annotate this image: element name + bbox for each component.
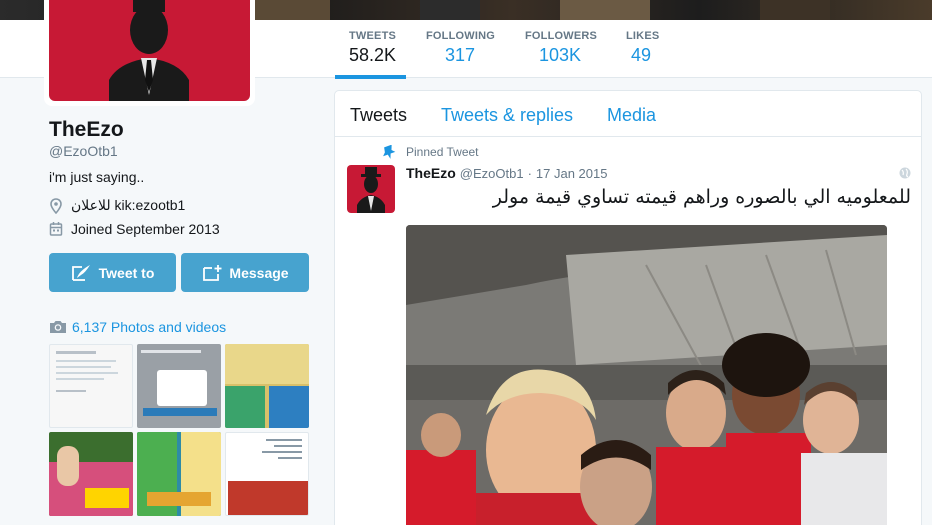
media-thumb[interactable] [49, 344, 133, 428]
stat-value: 58.2K [349, 45, 397, 65]
stat-value: 317 [445, 45, 476, 65]
joined-text: Joined September 2013 [71, 221, 220, 237]
tweet-avatar[interactable] [347, 165, 395, 213]
tab-tweets[interactable]: Tweets [350, 105, 407, 126]
profile-handle[interactable]: @EzoOtb1 [49, 143, 118, 159]
stat-value: 103K [539, 45, 582, 65]
camera-icon [50, 321, 66, 333]
tweet-separator: · [527, 166, 532, 181]
photos-videos-link[interactable]: 6,137 Photos and videos [49, 319, 226, 335]
message-label: Message [229, 264, 289, 281]
stat-label: LIKES [626, 30, 660, 42]
pin-icon [383, 145, 396, 159]
media-thumb[interactable] [225, 344, 309, 428]
stat-tweets[interactable]: TWEETS 58.2K [334, 30, 407, 79]
message-button[interactable]: Message [181, 253, 309, 292]
tweet-author-name[interactable]: TheEzo [406, 165, 456, 181]
tweet-author-handle[interactable]: @EzoOtb1 [460, 166, 524, 181]
timeline: Tweets Tweets & replies Media Pinned Twe… [334, 90, 922, 525]
media-thumb[interactable] [137, 344, 221, 428]
stat-following[interactable]: FOLLOWING 317 [426, 30, 495, 78]
tweet-header: TheEzo @EzoOtb1 · 17 Jan 2015 [406, 165, 607, 181]
timeline-tabs: Tweets Tweets & replies Media [335, 91, 921, 137]
profile-joined: Joined September 2013 [49, 221, 220, 237]
tweet-to-button[interactable]: Tweet to [49, 253, 176, 292]
tweet-to-label: Tweet to [98, 264, 155, 281]
stat-followers[interactable]: FOLLOWERS 103K [525, 30, 597, 78]
photos-videos-label: 6,137 Photos and videos [72, 319, 227, 335]
stat-label: FOLLOWERS [525, 30, 598, 42]
avatar-image [49, 0, 250, 101]
location-text: للاعلان kik:ezootb1 [71, 197, 186, 213]
tweet-date[interactable]: 17 Jan 2015 [536, 166, 608, 181]
globe-icon[interactable] [899, 167, 911, 179]
tweet-text: للمعلوميه الي بالصوره وراهم قيمته تساوي … [492, 186, 911, 208]
tweet-photo[interactable] [406, 225, 887, 525]
stat-value: 49 [631, 45, 652, 65]
profile-name[interactable]: TheEzo [49, 118, 124, 142]
compose-icon [71, 264, 90, 281]
tab-tweets-replies[interactable]: Tweets & replies [441, 105, 573, 126]
profile-bio: i'm just saying.. [49, 169, 145, 185]
profile-avatar[interactable] [44, 0, 255, 106]
stat-likes[interactable]: LIKES 49 [626, 30, 659, 78]
pinned-tweet-indicator: Pinned Tweet [380, 145, 479, 159]
media-thumb[interactable] [49, 432, 133, 516]
profile-location: للاعلان kik:ezootb1 [49, 197, 185, 214]
media-thumb[interactable] [137, 432, 221, 516]
calendar-icon [49, 222, 63, 236]
stat-label: TWEETS [349, 30, 397, 42]
message-icon [203, 264, 222, 281]
location-icon [50, 197, 62, 214]
stat-label: FOLLOWING [426, 30, 496, 42]
tab-media[interactable]: Media [607, 105, 656, 126]
pinned-label: Pinned Tweet [406, 145, 479, 159]
media-thumb[interactable] [225, 432, 309, 516]
